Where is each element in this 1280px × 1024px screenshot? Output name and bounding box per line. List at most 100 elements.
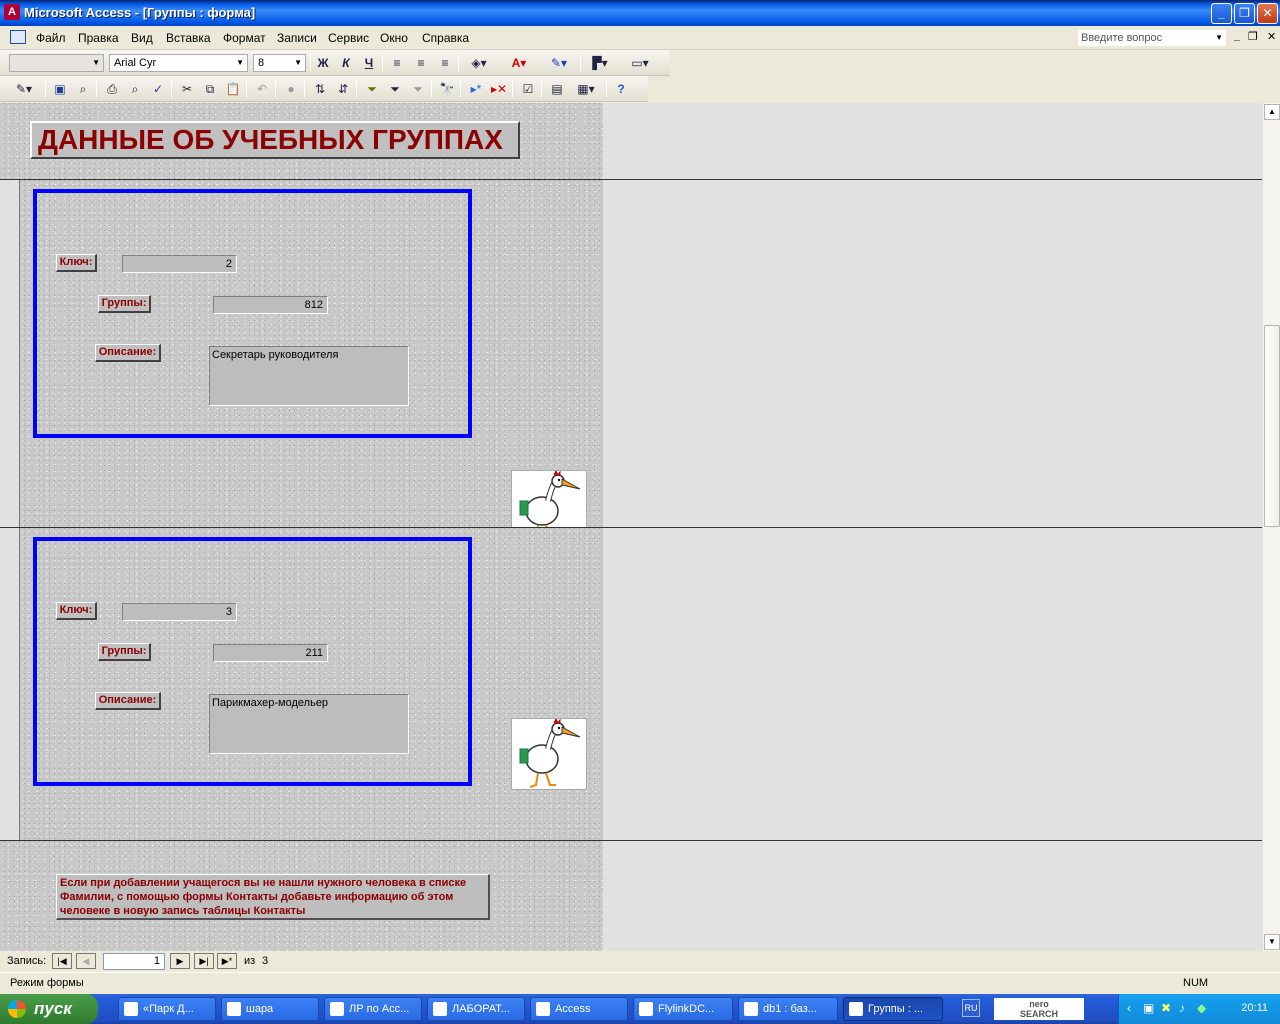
description-label: Описание: (95, 344, 161, 362)
taskbar-item-lr[interactable]: ЛР по Acc... (324, 997, 422, 1021)
copy-icon[interactable]: ⧉ (200, 80, 220, 98)
doc-restore-icon[interactable]: ❐ (1248, 30, 1258, 43)
group-field[interactable]: 812 (213, 296, 328, 314)
taskbar-item-access-help[interactable]: Access (530, 997, 628, 1021)
menu-format[interactable]: Формат (223, 31, 266, 45)
align-center-icon[interactable]: ≡ (411, 54, 431, 72)
print-preview-icon[interactable]: ⌕ (125, 80, 145, 98)
sort-ascending-icon[interactable]: ⇅ (310, 80, 330, 98)
start-button[interactable]: пуск (0, 994, 98, 1024)
undo-icon[interactable]: ↶ (252, 80, 272, 98)
taskbar-item-word[interactable]: ЛАБОРАТ... (427, 997, 525, 1021)
nero-search-box[interactable]: nero SEARCH (994, 998, 1084, 1020)
toolbar-separator (275, 81, 276, 97)
scroll-down-icon[interactable]: ▼ (1264, 934, 1280, 950)
menu-help[interactable]: Справка (422, 31, 469, 45)
description-field[interactable]: Секретарь руководителя (209, 346, 409, 406)
last-record-icon[interactable]: ▶| (194, 953, 214, 969)
view-mode-icon[interactable]: ✎▾ (9, 80, 39, 98)
description-field[interactable]: Парикмахер-модельер (209, 694, 409, 754)
task-label: ЛР по Acc... (349, 1003, 410, 1015)
align-left-icon[interactable]: ≡ (387, 54, 407, 72)
menu-view[interactable]: Вид (131, 31, 153, 45)
print-icon[interactable]: ⎙ (102, 80, 122, 98)
filter-by-selection-icon[interactable]: ⏷ (362, 80, 382, 98)
menu-records[interactable]: Записи (277, 31, 317, 45)
new-record-icon[interactable]: ▸* (466, 80, 486, 98)
font-name-combo[interactable]: Arial Cyr ▼ (109, 54, 248, 72)
fill-color-icon[interactable]: ◈▾ (464, 54, 494, 72)
form-document-icon[interactable] (10, 30, 26, 44)
cut-icon[interactable]: ✂ (177, 80, 197, 98)
menu-file[interactable]: Файл (36, 31, 66, 45)
taskbar-item-folder[interactable]: шара (221, 997, 319, 1021)
file-search-icon[interactable]: ⌕ (73, 80, 93, 98)
vertical-scrollbar[interactable]: ▲ ▼ (1262, 103, 1280, 951)
doc-close-icon[interactable]: ✕ (1267, 30, 1276, 43)
language-indicator[interactable]: RU (962, 999, 980, 1017)
next-record-icon[interactable]: ▶ (170, 953, 190, 969)
form-view-toolbar: ✎▾ ▣ ⌕ ⎙ ⌕ ✓ ✂ ⧉ 📋 ↶ ● ⇅ ⇵ ⏷ ⏷ ⏷ 🔭 ▸* ▸✕… (0, 76, 648, 102)
access-app-icon[interactable]: A (4, 4, 20, 20)
group-field[interactable]: 211 (213, 644, 328, 662)
tray-nvidia-icon[interactable]: ◆ (1197, 1001, 1206, 1015)
paste-icon[interactable]: 📋 (223, 80, 243, 98)
italic-icon[interactable]: К (336, 54, 356, 72)
record-selector[interactable] (0, 528, 20, 840)
border-width-icon[interactable]: ▛▾ (585, 54, 615, 72)
sort-descending-icon[interactable]: ⇵ (333, 80, 353, 98)
line-color-icon[interactable]: ✎▾ (543, 54, 575, 72)
first-record-icon[interactable]: |◀ (52, 953, 72, 969)
new-record-nav-icon[interactable]: ▶* (217, 953, 237, 969)
special-effect-icon[interactable]: ▭▾ (625, 54, 655, 72)
tray-arrow-icon[interactable]: ‹ (1127, 1001, 1131, 1015)
previous-record-icon[interactable]: ◀ (76, 953, 96, 969)
align-right-icon[interactable]: ≡ (435, 54, 455, 72)
menu-tools[interactable]: Сервис (328, 31, 369, 45)
bold-icon[interactable]: Ж (313, 54, 333, 72)
properties-icon[interactable]: ☑ (518, 80, 538, 98)
close-button[interactable]: ✕ (1257, 3, 1278, 24)
taskbar-item-flylink[interactable]: FlylinkDC... (633, 997, 733, 1021)
scroll-up-icon[interactable]: ▲ (1264, 104, 1280, 120)
font-size-combo[interactable]: 8 ▼ (253, 54, 306, 72)
spelling-icon[interactable]: ✓ (148, 80, 168, 98)
taskbar-item-db1[interactable]: db1 : баз... (738, 997, 838, 1021)
record-selector[interactable] (0, 180, 20, 527)
window-title: Microsoft Access - [Группы : форма] (24, 5, 256, 20)
object-combo[interactable]: ▼ (9, 54, 104, 72)
menu-edit[interactable]: Правка (78, 31, 119, 45)
underline-icon[interactable]: Ч (359, 54, 379, 72)
taskbar-item-browser[interactable]: «Парк Д... (118, 997, 216, 1021)
minimize-button[interactable]: _ (1211, 3, 1232, 24)
font-color-icon[interactable]: A▾ (504, 54, 534, 72)
toolbar-separator (512, 81, 513, 97)
restore-button[interactable]: ❐ (1234, 3, 1255, 24)
hyperlink-icon[interactable]: ● (281, 80, 301, 98)
filter-by-form-icon[interactable]: ⏷ (385, 80, 405, 98)
key-field[interactable]: 3 (122, 603, 237, 621)
database-window-icon[interactable]: ▤ (547, 80, 567, 98)
menu-window[interactable]: Окно (380, 31, 408, 45)
toolbar-separator (460, 81, 461, 97)
apply-filter-icon[interactable]: ⏷ (408, 80, 428, 98)
doc-minimize-icon[interactable]: _ (1234, 30, 1240, 42)
tray-security-icon[interactable]: ✖ (1161, 1001, 1171, 1015)
ask-question-box[interactable]: Введите вопрос ▼ (1078, 30, 1226, 46)
status-mode-text: Режим формы (10, 977, 84, 989)
find-icon[interactable]: 🔭 (437, 80, 457, 98)
tray-network-icon[interactable]: ▣ (1143, 1001, 1154, 1015)
tray-volume-icon[interactable]: ♪ (1179, 1001, 1185, 1015)
save-icon[interactable]: ▣ (50, 80, 70, 98)
delete-record-icon[interactable]: ▸✕ (489, 80, 509, 98)
task-label: Группы : ... (868, 1003, 923, 1015)
current-record-input[interactable]: 1 (103, 953, 165, 970)
record-detail: Ключ: 3 Группы: 211 Описание: Парикмахер… (20, 528, 603, 840)
scroll-thumb[interactable] (1264, 325, 1280, 527)
new-object-icon[interactable]: ▦▾ (570, 80, 602, 98)
help-icon[interactable]: ? (611, 80, 631, 98)
group-label: Группы: (98, 295, 151, 313)
menu-insert[interactable]: Вставка (166, 31, 211, 45)
key-field[interactable]: 2 (122, 255, 237, 273)
taskbar-item-form[interactable]: Группы : ... (843, 997, 943, 1021)
